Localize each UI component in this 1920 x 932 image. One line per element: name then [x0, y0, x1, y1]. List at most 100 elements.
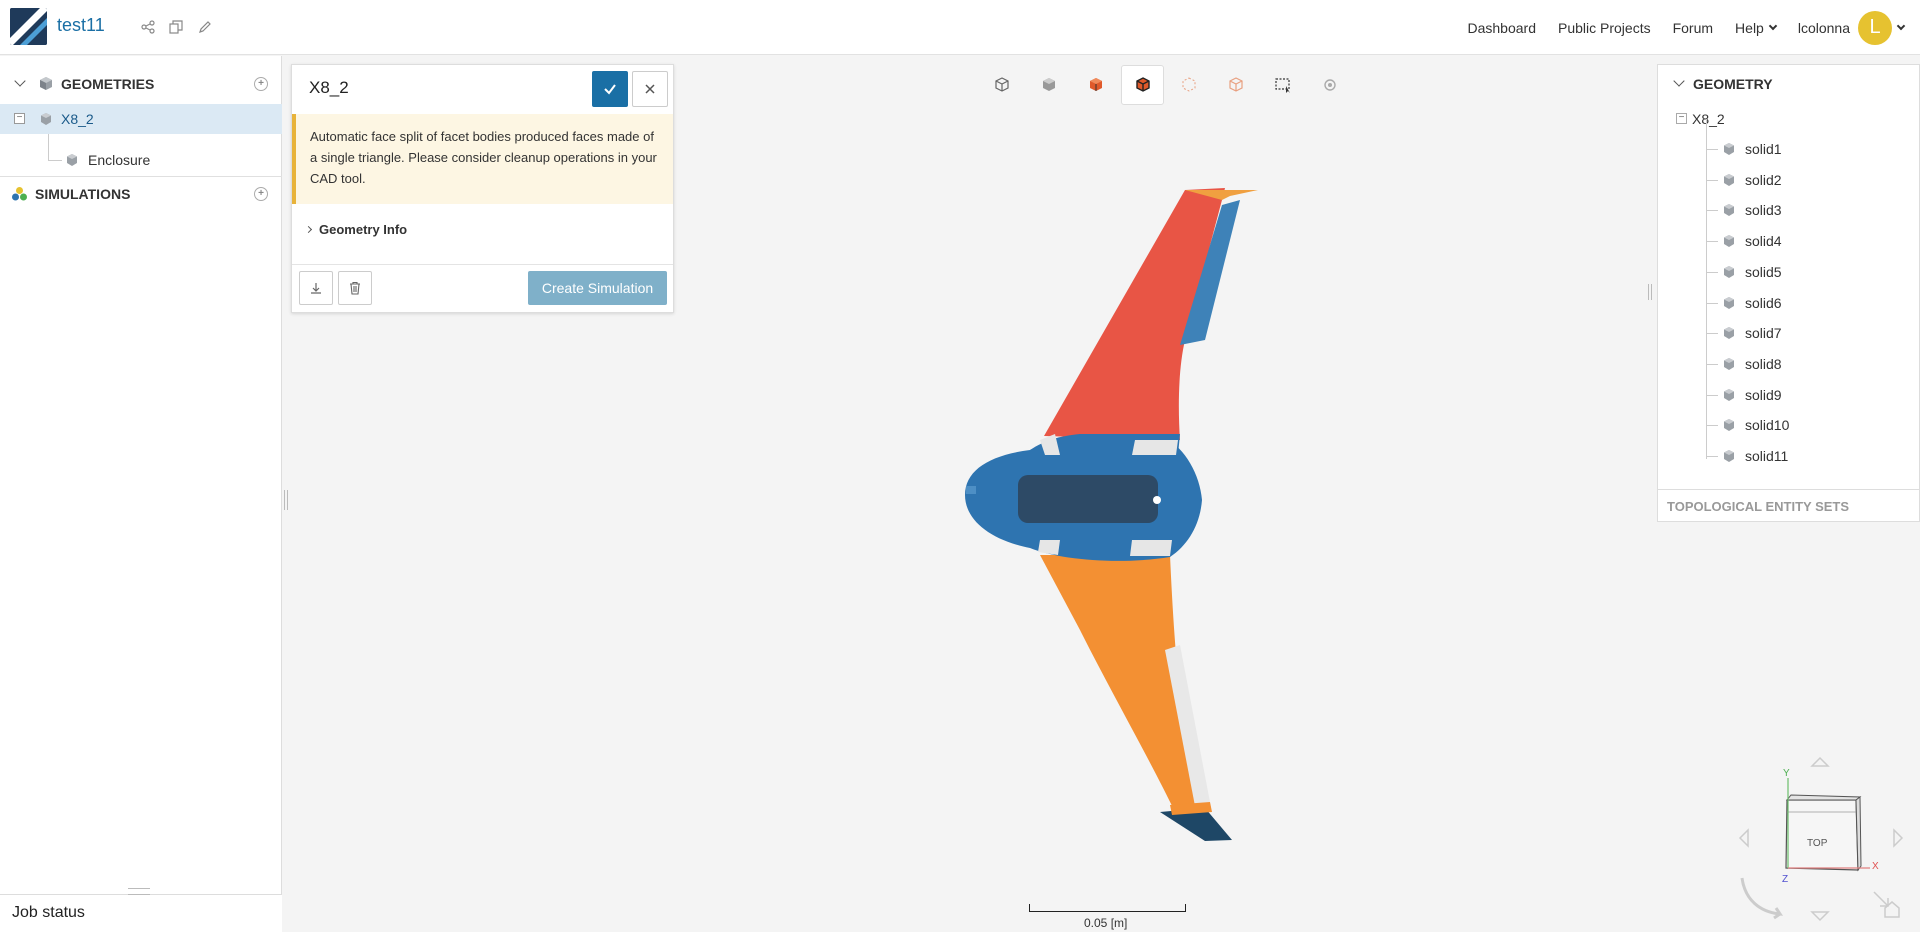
panel-splitter[interactable]	[1648, 284, 1652, 300]
tree-item-label: solid5	[1745, 263, 1782, 280]
delete-button[interactable]	[338, 271, 372, 305]
nav-dashboard[interactable]: Dashboard	[1468, 20, 1537, 36]
left-panel: GEOMETRIES + − X8_2 Enclosure SIMULATION…	[0, 56, 282, 932]
username[interactable]: lcolonna	[1798, 20, 1850, 36]
tree-item-solid[interactable]: solid7	[1658, 318, 1920, 348]
cube-icon	[1724, 204, 1734, 217]
arrow-up-icon[interactable]	[1810, 756, 1830, 767]
divider	[292, 264, 673, 265]
tree-item-solid[interactable]: solid4	[1658, 226, 1920, 256]
view-points-icon[interactable]	[1168, 65, 1211, 105]
topological-entity-sets-header[interactable]: TOPOLOGICAL ENTITY SETS	[1658, 489, 1920, 523]
nav-help-label: Help	[1735, 19, 1764, 36]
chevron-down-icon[interactable]	[1673, 75, 1685, 87]
avatar[interactable]: L	[1858, 10, 1892, 45]
scale-label: 0.05 [m]	[1084, 916, 1128, 930]
close-icon	[645, 84, 655, 94]
tree-item-solid[interactable]: solid8	[1658, 349, 1920, 379]
tree-item-solid[interactable]: solid6	[1658, 288, 1920, 318]
project-name[interactable]: test11	[57, 15, 105, 36]
tree-line	[1706, 149, 1718, 150]
nav-forum[interactable]: Forum	[1673, 20, 1713, 36]
confirm-button[interactable]	[592, 71, 628, 107]
tree-line	[1706, 302, 1718, 304]
tree-line	[1706, 456, 1718, 457]
view-cube-outline-icon[interactable]	[981, 65, 1024, 105]
download-button[interactable]	[299, 271, 333, 305]
dialog-title[interactable]: X8_2	[309, 78, 349, 98]
chevron-down-icon[interactable]	[1896, 21, 1906, 31]
tree-item-label: solid6	[1745, 294, 1782, 311]
cube-icon	[1724, 235, 1734, 248]
cube-icon	[1724, 173, 1734, 186]
box-select-icon[interactable]	[1262, 65, 1305, 105]
tree-item-enclosure[interactable]: Enclosure	[0, 145, 282, 175]
tree-item-label: solid11	[1745, 448, 1789, 464]
geometry-info-toggle[interactable]: Geometry Info	[304, 222, 408, 237]
tree-item-solid[interactable]: solid3	[1658, 195, 1920, 225]
tree-item-solid[interactable]: solid1	[1658, 134, 1920, 164]
nav-help[interactable]: Help	[1735, 19, 1778, 36]
geometry-tree-label: GEOMETRY	[1693, 76, 1773, 92]
arrow-right-icon[interactable]	[1893, 828, 1904, 848]
job-status-label: Job status	[12, 904, 85, 921]
logo-icon[interactable]	[10, 8, 47, 45]
resize-handle[interactable]	[128, 888, 150, 895]
arrow-left-icon[interactable]	[1738, 828, 1749, 848]
geometries-label: GEOMETRIES	[61, 76, 155, 92]
tree-item-solid[interactable]: solid11	[1658, 441, 1920, 471]
nav-public-projects[interactable]: Public Projects	[1558, 20, 1651, 36]
copy-icon[interactable]	[167, 18, 185, 36]
geometry-tree-header[interactable]: GEOMETRY	[1658, 65, 1920, 103]
top-nav: Dashboard Public Projects Forum Help lco…	[1468, 0, 1920, 55]
geometries-icon	[40, 77, 52, 90]
arrow-down-icon[interactable]	[1810, 911, 1830, 922]
tree-line	[1706, 241, 1718, 243]
view-settings-icon[interactable]	[1308, 65, 1351, 105]
job-status-bar[interactable]: Job status	[0, 888, 282, 932]
navcube-face-label[interactable]: TOP	[1807, 838, 1827, 849]
tree-item-label: solid10	[1745, 417, 1790, 434]
edit-icon[interactable]	[196, 18, 214, 36]
cube-icon	[1724, 265, 1734, 278]
trash-icon	[350, 281, 360, 295]
cube-icon	[1724, 388, 1734, 401]
tree-line	[1706, 210, 1718, 212]
view-cube-shaded-icon[interactable]	[1028, 65, 1071, 105]
tree-item-solid[interactable]: solid2	[1658, 165, 1920, 195]
tree-item-x8-2[interactable]: − X8_2	[1658, 104, 1920, 134]
view-cube-surface-icon[interactable]	[1075, 65, 1118, 105]
tree-item-x8-2[interactable]: − X8_2	[0, 104, 282, 134]
tree-item-label: solid9	[1745, 386, 1782, 403]
create-simulation-button[interactable]: Create Simulation	[528, 271, 667, 305]
simulations-header[interactable]: SIMULATIONS +	[0, 177, 282, 211]
tree-item-label: X8_2	[61, 111, 94, 127]
check-icon	[604, 84, 616, 95]
home-icon[interactable]	[1873, 891, 1889, 907]
view-transparent-icon[interactable]	[1215, 65, 1258, 105]
add-simulation-icon[interactable]: +	[254, 187, 268, 201]
share-icon[interactable]	[139, 18, 157, 36]
tree-item-label: solid1	[1745, 141, 1782, 157]
geometries-header[interactable]: GEOMETRIES +	[0, 67, 282, 101]
chevron-down-icon[interactable]	[14, 75, 26, 87]
tree-line	[1706, 363, 1718, 365]
add-geometry-icon[interactable]: +	[254, 77, 268, 91]
view-cube-edges-icon[interactable]	[1121, 65, 1165, 105]
tree-item-solid[interactable]: solid5	[1658, 257, 1920, 287]
collapse-icon[interactable]: −	[14, 113, 25, 124]
tree-item-solid[interactable]: solid10	[1658, 410, 1920, 440]
geometry-info-label: Geometry Info	[319, 222, 408, 237]
chevron-right-icon	[304, 225, 313, 234]
axis-z-label: Z	[1782, 874, 1789, 885]
tree-item-label: solid3	[1745, 202, 1782, 219]
tree-item-solid[interactable]: solid9	[1658, 380, 1920, 410]
close-button[interactable]	[632, 71, 668, 107]
tree-item-label: solid7	[1745, 325, 1782, 342]
cube-icon	[1724, 450, 1734, 462]
download-icon	[311, 283, 321, 294]
warning-text: Automatic face split of facet bodies pro…	[310, 129, 657, 186]
navigation-cube[interactable]: TOP Y X Z	[1730, 750, 1920, 932]
right-panel: GEOMETRY − X8_2 solid1 solid2 solid3 solid4…	[1657, 64, 1920, 522]
collapse-icon[interactable]: −	[1676, 113, 1687, 124]
